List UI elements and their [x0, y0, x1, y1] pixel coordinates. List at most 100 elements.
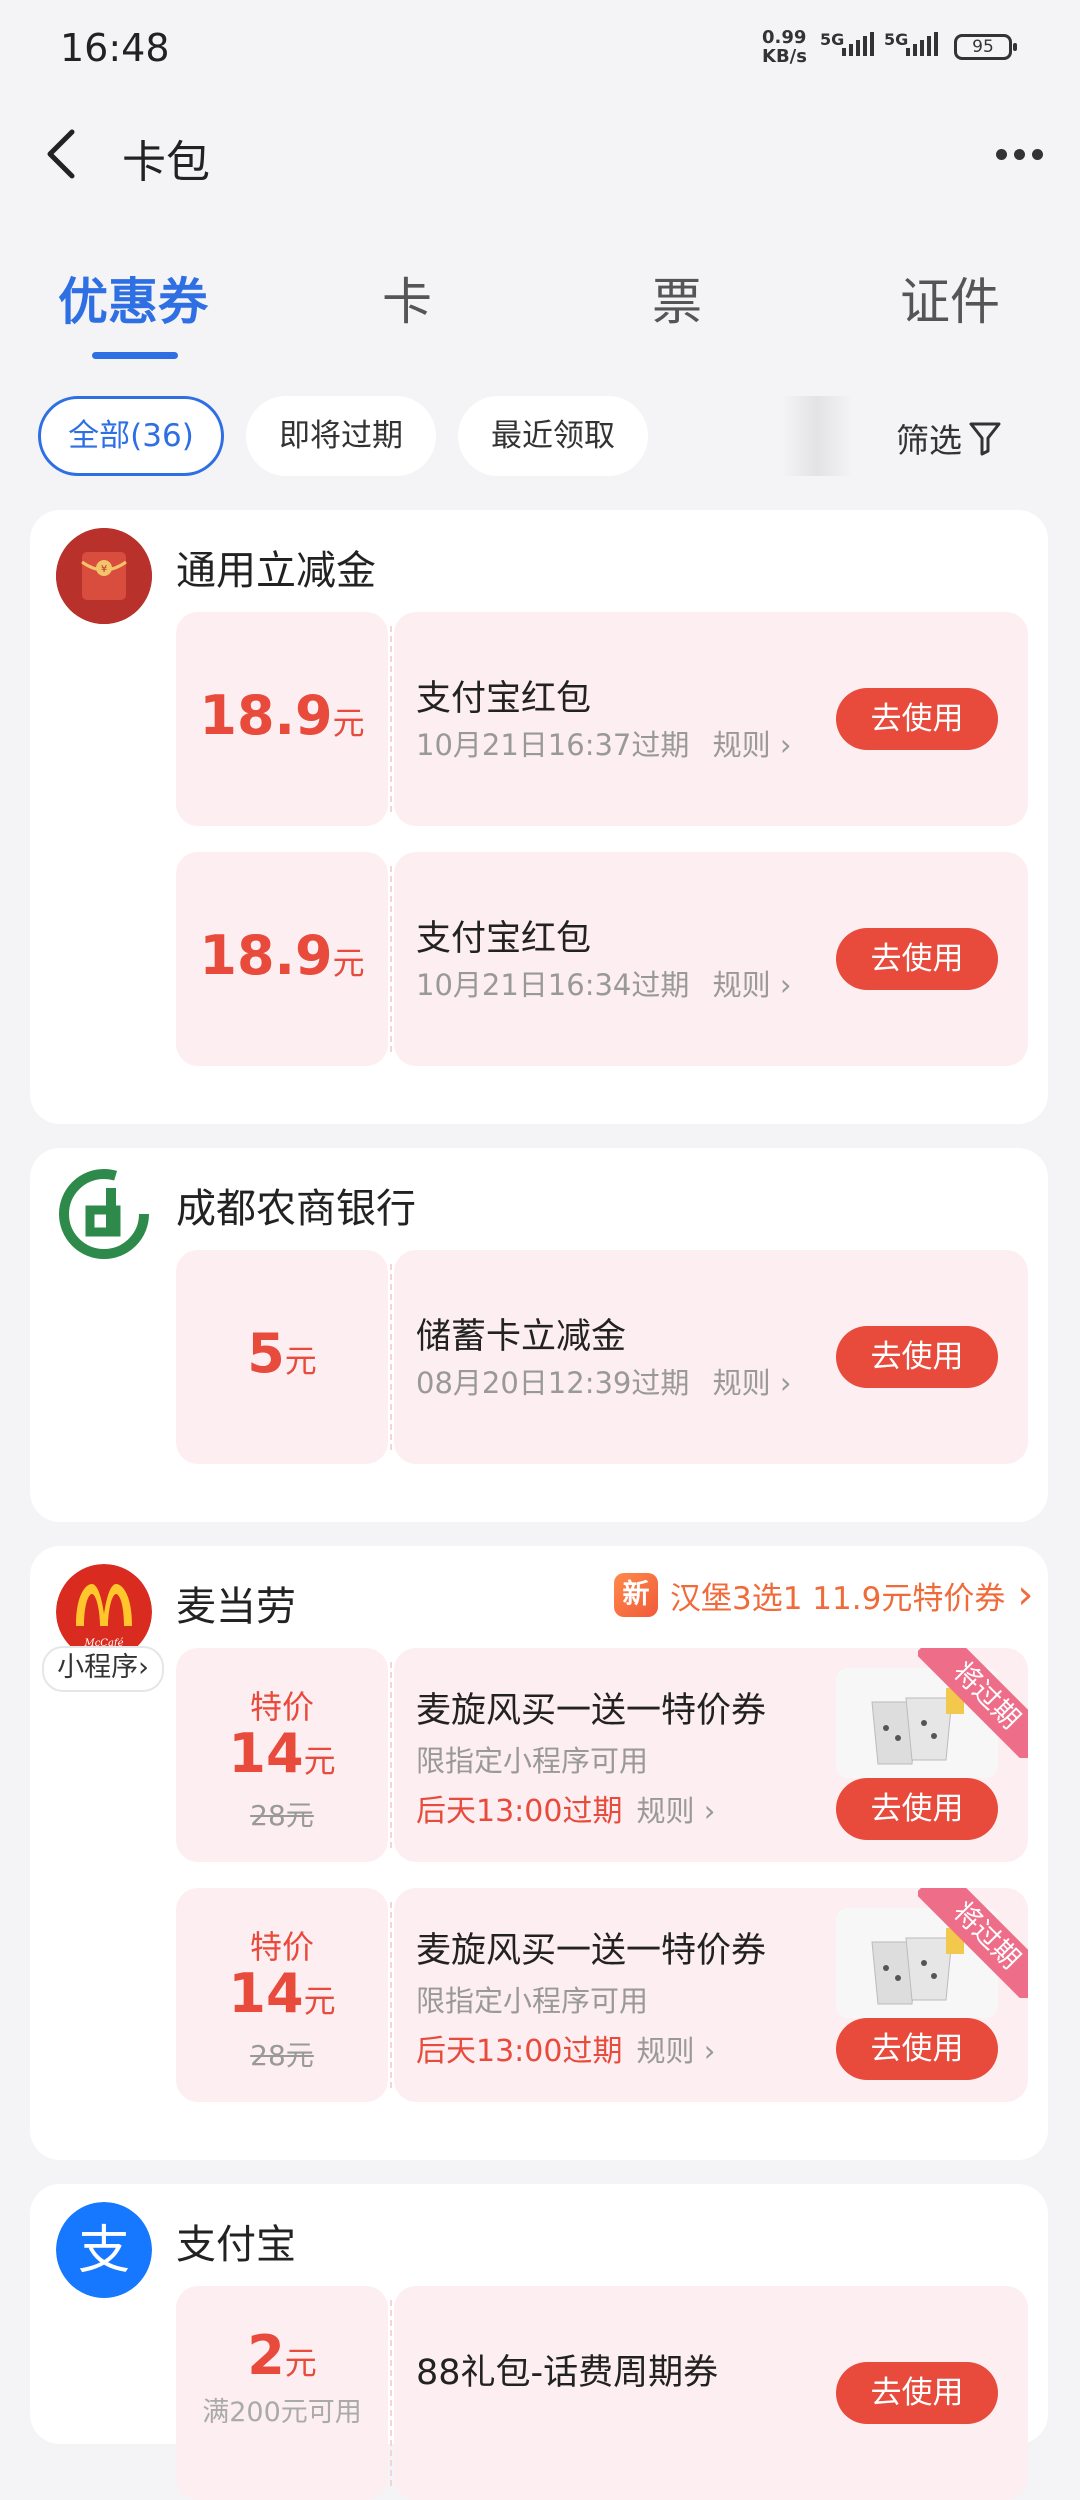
chevron-right-icon: ›	[694, 2034, 716, 2068]
coupon-rule-link[interactable]: 规则	[713, 1366, 771, 1400]
filter-chips: 全部(36) 即将过期 最近领取 筛选	[0, 396, 1080, 480]
coupon-detail-panel: 麦旋风买一送一特价券 限指定小程序可用 后天13:00过期 规则 › 去使用 将过…	[390, 1888, 1028, 2102]
bank-logo-icon	[56, 1166, 152, 1262]
signal-sim2-icon: 5G	[884, 30, 938, 56]
coupon-amount: 14	[228, 1722, 304, 1785]
coupon-amount: 5	[247, 1322, 285, 1385]
coupon-amount-panel: 5元	[176, 1250, 388, 1464]
coupon-item[interactable]: 5元 储蓄卡立减金 08月20日12:39过期 规则 › 去使用	[176, 1250, 1028, 1464]
coupon-detail-panel: 支付宝红包 10月21日16:37过期 规则 › 去使用	[390, 612, 1028, 826]
coupon-amount-panel: 2元 满200元可用	[176, 2286, 388, 2500]
chevron-right-icon: ›	[779, 968, 792, 1002]
coupon-original-price: 28元	[250, 2039, 314, 2072]
coupon-unit: 元	[284, 1342, 317, 1380]
chevron-right-icon: ›	[779, 1366, 792, 1400]
coupon-amount: 14	[228, 1962, 304, 2025]
coupon-title: 麦旋风买一送一特价券	[416, 1931, 767, 1971]
expiring-ribbon: 将过期	[918, 1648, 1028, 1758]
coupon-expiry: 10月21日16:34过期	[416, 968, 690, 1002]
coupon-detail-panel: 储蓄卡立减金 08月20日12:39过期 规则 › 去使用	[390, 1250, 1028, 1464]
coupon-title: 支付宝红包	[416, 919, 592, 959]
use-coupon-button[interactable]: 去使用	[836, 1778, 998, 1840]
merchant-card: 成都农商银行 5元 储蓄卡立减金 08月20日12:39过期 规则 › 去使用	[30, 1148, 1048, 1522]
funnel-icon	[969, 422, 1001, 456]
filter-button[interactable]: 筛选	[896, 414, 1002, 462]
coupon-rule-link[interactable]: 规则	[636, 1794, 694, 1828]
battery-icon: 95	[954, 34, 1017, 60]
alipay-logo-icon: 支	[56, 2202, 152, 2298]
use-coupon-button[interactable]: 去使用	[836, 688, 998, 750]
coupon-title: 储蓄卡立减金	[416, 1317, 627, 1357]
chip-expiring-soon[interactable]: 即将过期	[246, 396, 436, 476]
coupon-rule-link[interactable]: 规则	[713, 968, 771, 1002]
coupon-original-price: 28元	[250, 1799, 314, 1832]
filter-label: 筛选	[896, 421, 962, 460]
merchant-card: ¥ 通用立减金 18.9元 支付宝红包 10月21日16:37过期 规则 › 去…	[30, 510, 1048, 1124]
merchant-name: 支付宝	[176, 2222, 296, 2268]
chevron-right-icon: ›	[694, 1794, 716, 1828]
coupon-item[interactable]: 18.9元 支付宝红包 10月21日16:37过期 规则 › 去使用	[176, 612, 1028, 826]
coupon-rule-link[interactable]: 规则	[636, 2034, 694, 2068]
tab-tickets[interactable]: 票	[652, 262, 702, 334]
merchant-name: 成都农商银行	[176, 1186, 416, 1232]
tab-cards[interactable]: 卡	[382, 262, 432, 334]
tab-documents[interactable]: 证件	[900, 262, 1000, 334]
chevron-right-icon: ›	[779, 728, 792, 762]
coupon-detail-panel: 麦旋风买一送一特价券 限指定小程序可用 后天13:00过期 规则 › 去使用 将过…	[390, 1648, 1028, 1862]
chevron-right-icon: ›	[1017, 1572, 1034, 1618]
back-arrow-icon[interactable]	[42, 126, 82, 182]
coupon-item[interactable]: 2元 满200元可用 88礼包-话费周期券 去使用	[176, 2286, 1028, 2500]
merchant-card: 支 支付宝 2元 满200元可用 88礼包-话费周期券 去使用	[30, 2184, 1048, 2500]
use-coupon-button[interactable]: 去使用	[836, 2018, 998, 2080]
red-envelope-icon: ¥	[56, 528, 152, 624]
chip-all[interactable]: 全部(36)	[38, 396, 224, 476]
merchant-card: McCafé 小程序› 麦当劳 新 汉堡3选1 11.9元特价券 › 特价 14…	[30, 1546, 1048, 2160]
coupon-subtitle: 限指定小程序可用	[416, 1984, 649, 2018]
coupon-subtitle: 限指定小程序可用	[416, 1744, 649, 1778]
tab-bar: 优惠券 卡 票 证件	[0, 262, 1080, 362]
svg-text:支: 支	[78, 2221, 130, 2281]
page-header: 卡包	[0, 108, 1080, 198]
coupon-amount: 18.9	[199, 684, 333, 747]
use-coupon-button[interactable]: 去使用	[836, 2362, 998, 2424]
expiring-ribbon: 将过期	[918, 1888, 1028, 1998]
chip-recently-received[interactable]: 最近领取	[458, 396, 648, 476]
signal-sim1-icon: 5G	[820, 30, 874, 56]
coupon-amount-panel: 18.9元	[176, 612, 388, 826]
status-time: 16:48	[60, 26, 170, 70]
coupon-unit: 元	[284, 2344, 317, 2382]
chip-scroll-fade	[782, 396, 852, 476]
tab-coupons[interactable]: 优惠券	[58, 262, 208, 334]
more-options-icon[interactable]	[996, 144, 1044, 164]
coupon-rule-link[interactable]: 规则	[713, 728, 771, 762]
coupon-title: 支付宝红包	[416, 679, 592, 719]
network-speed: 0.99 KB/s	[762, 27, 807, 67]
coupon-title: 麦旋风买一送一特价券	[416, 1691, 767, 1731]
coupon-expiry: 后天13:00过期	[416, 2034, 623, 2069]
coupon-expiry: 08月20日12:39过期	[416, 1366, 690, 1400]
coupon-unit: 元	[332, 944, 365, 982]
coupon-detail-panel: 88礼包-话费周期券 去使用	[390, 2286, 1028, 2500]
coupon-expiry: 后天13:00过期	[416, 1794, 623, 1829]
merchant-name: 通用立减金	[176, 548, 376, 594]
coupon-amount-panel: 特价 14元 28元	[176, 1888, 388, 2102]
coupon-condition: 满200元可用	[202, 2397, 362, 2428]
coupon-item[interactable]: 特价 14元 28元 麦旋风买一送一特价券 限指定小程序可用 后天13:00过期…	[176, 1888, 1028, 2102]
coupon-amount-panel: 18.9元	[176, 852, 388, 1066]
page-title: 卡包	[122, 137, 210, 188]
coupon-item[interactable]: 特价 14元 28元 麦旋风买一送一特价券 限指定小程序可用 后天13:00过期…	[176, 1648, 1028, 1862]
promo-link[interactable]: 新 汉堡3选1 11.9元特价券 ›	[614, 1572, 1033, 1618]
coupon-title: 88礼包-话费周期券	[416, 2353, 719, 2393]
coupon-item[interactable]: 18.9元 支付宝红包 10月21日16:34过期 规则 › 去使用	[176, 852, 1028, 1066]
coupon-expiry: 10月21日16:37过期	[416, 728, 690, 762]
coupon-unit: 元	[332, 704, 365, 742]
miniprogram-tag[interactable]: 小程序›	[42, 1646, 164, 1692]
coupon-amount: 2	[247, 2324, 285, 2387]
new-badge: 新	[614, 1573, 658, 1617]
coupon-detail-panel: 支付宝红包 10月21日16:34过期 规则 › 去使用	[390, 852, 1028, 1066]
use-coupon-button[interactable]: 去使用	[836, 928, 998, 990]
coupon-amount: 18.9	[199, 924, 333, 987]
coupon-unit: 元	[303, 1982, 336, 2020]
status-bar: 16:48 0.99 KB/s 5G 5G 95	[0, 0, 1080, 96]
use-coupon-button[interactable]: 去使用	[836, 1326, 998, 1388]
